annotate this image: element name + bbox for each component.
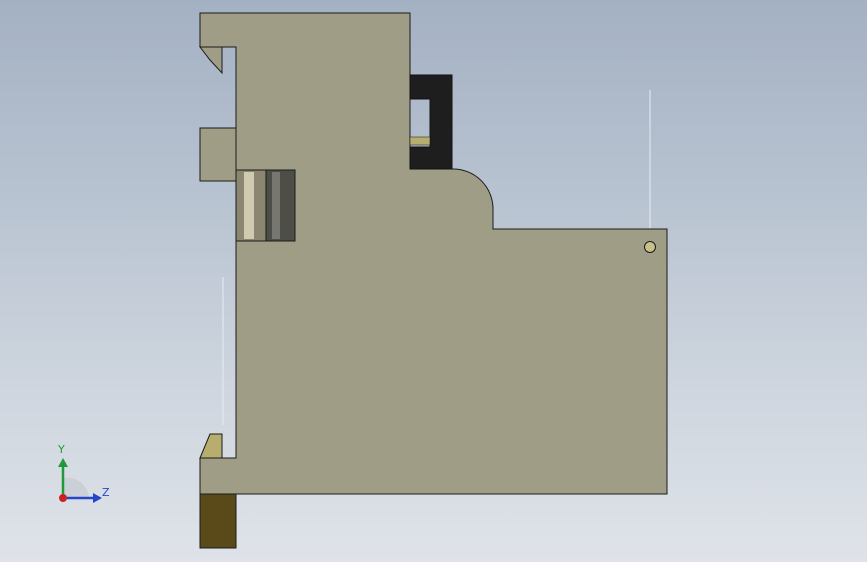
foot-block	[199, 493, 237, 549]
roller-right	[265, 169, 296, 242]
roller-right-shine	[272, 172, 280, 239]
connector-brass-pin	[409, 136, 431, 146]
triad-plane-quadrant	[63, 477, 89, 498]
y-axis-arrow	[58, 458, 68, 467]
orientation-triad[interactable]: Y Z	[40, 440, 130, 515]
left-tab	[199, 127, 237, 182]
roller-highlight	[244, 172, 254, 239]
z-axis-label: Z	[102, 486, 110, 499]
mounting-hole	[644, 241, 656, 253]
y-axis-label: Y	[58, 443, 65, 456]
x-axis-origin	[59, 494, 67, 502]
cad-viewport[interactable]: Y Z	[0, 0, 867, 562]
triad-graphic	[58, 458, 102, 503]
bottom-hook	[199, 433, 223, 459]
model-view[interactable]	[0, 0, 867, 562]
top-hook	[198, 46, 223, 75]
connector-block[interactable]	[409, 74, 453, 170]
z-axis-arrow	[93, 493, 102, 503]
